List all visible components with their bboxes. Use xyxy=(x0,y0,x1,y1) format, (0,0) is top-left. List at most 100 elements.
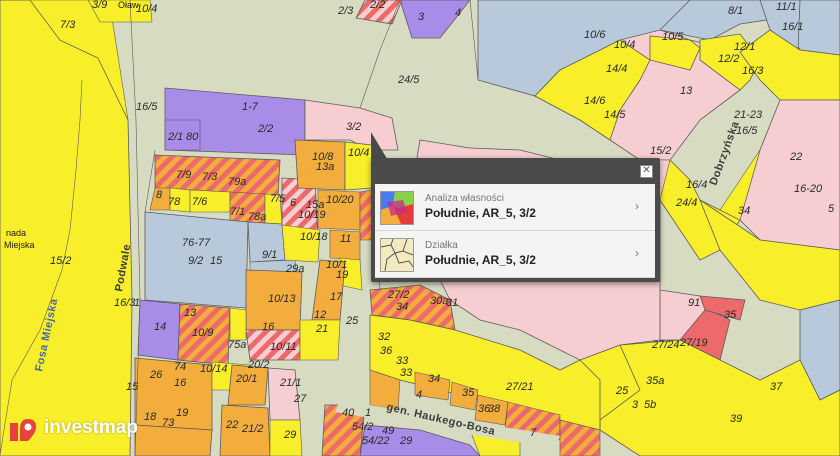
parcel-label: 35a xyxy=(646,375,664,387)
chevron-right-icon[interactable]: › xyxy=(635,199,639,213)
parcel-label: 5b xyxy=(644,399,656,411)
parcel-label: 34 xyxy=(738,205,750,217)
parcel-label: 12 xyxy=(314,309,326,321)
parcel-label: 25 xyxy=(615,385,629,397)
parcel-label: 15/2 xyxy=(50,255,71,267)
parcel-label: 21-23 xyxy=(733,109,763,121)
parcel-label: 11/1 xyxy=(776,1,797,13)
parcel-label: 16/4 xyxy=(686,179,707,191)
parcel-label: 27 xyxy=(293,393,307,405)
parcel-label: 79a xyxy=(228,176,246,188)
street-label-nada: nada xyxy=(6,228,26,238)
popup-item-value: Południe, AR_5, 3/2 xyxy=(425,206,536,220)
parcel-label: 17 xyxy=(330,291,343,303)
parcel-label: 34 xyxy=(428,373,440,385)
street-label-miejska-left: Miejska xyxy=(4,240,35,250)
parcel-label: 36 xyxy=(380,345,393,357)
parcel-label: 7 xyxy=(530,427,537,439)
popup-item-title: Działka xyxy=(425,240,458,251)
parcel-label: 10/9 xyxy=(192,327,213,339)
investmap-logo-mark-icon xyxy=(10,419,36,441)
parcel-label: 25 xyxy=(345,315,359,327)
parcel-label: 4 xyxy=(416,389,422,401)
parcel-label: 78a xyxy=(248,211,266,223)
parcel-label: 78 xyxy=(168,196,181,208)
parcel-label: 10/13 xyxy=(268,293,296,305)
parcel-label: 10/4 xyxy=(136,3,157,15)
parcel-label: 15/2 xyxy=(650,145,671,157)
parcel-label: 15 xyxy=(126,381,139,393)
parcel-label: 14/4 xyxy=(606,63,627,75)
parcel-label: 10/4 xyxy=(614,39,635,51)
parcel-label: 91 xyxy=(688,297,700,309)
parcel-label: 7/9 xyxy=(176,169,191,181)
parcel-label: 39 xyxy=(730,413,742,425)
parcel-label: 54/2 xyxy=(352,421,373,433)
parcel-label: 14/5 xyxy=(604,109,626,121)
parcel-label: 5 xyxy=(828,203,835,215)
parcel-label: 35 xyxy=(462,387,475,399)
parcel-label: 14 xyxy=(154,321,166,333)
parcel-label: 16/3 xyxy=(742,65,764,77)
parcel-label: 24/4 xyxy=(675,197,697,209)
parcel-label: 16 xyxy=(174,377,187,389)
parcel-label: 74 xyxy=(174,361,186,373)
parcel-label: 34 xyxy=(396,301,408,313)
chevron-right-icon[interactable]: › xyxy=(635,246,639,260)
parcel-label: 21 xyxy=(315,323,328,335)
parcel-label: 27/2 xyxy=(387,289,409,301)
parcel-label: 21/1 xyxy=(279,377,301,389)
parcel-label: 3/9 xyxy=(92,0,107,11)
parcel-label: 11 xyxy=(340,233,351,245)
investmap-logo[interactable]: investmap xyxy=(8,411,138,445)
parcel-label: 13a xyxy=(316,161,334,173)
popup-item-ownership-analysis[interactable]: Analiza własności Południe, AR_5, 3/2 › xyxy=(375,184,655,231)
parcel-label: 19 xyxy=(336,269,348,281)
parcel-label: 7/3 xyxy=(60,19,76,31)
parcel-label: 13 xyxy=(680,85,693,97)
parcel-label: 14/6 xyxy=(584,95,606,107)
parcel-label: 32 xyxy=(378,331,390,343)
parcel-label: 10/19 xyxy=(298,209,326,221)
popup-item-value: Południe, AR_5, 3/2 xyxy=(425,253,536,267)
investmap-logo-text: investmap xyxy=(44,417,138,438)
parcel-label: 7/1 xyxy=(230,206,245,218)
parcel-label: 22 xyxy=(789,151,802,163)
parcel-label: 4 xyxy=(455,7,461,19)
parcel-label: 33 xyxy=(400,367,413,379)
parcel-label: 1-7 xyxy=(242,101,259,113)
parcel-label: 3 xyxy=(418,11,425,23)
parcel-label: 2/2 xyxy=(257,123,273,135)
parcel-label: 16-20 xyxy=(794,183,823,195)
parcel-label: 13 xyxy=(184,307,197,319)
parcel-label: 31 xyxy=(446,297,458,309)
parcel-label: 29 xyxy=(283,429,296,441)
parcel-label: 10/4 xyxy=(348,147,369,159)
parcel-label: 37 xyxy=(770,381,783,393)
parcel-label: 16/5 xyxy=(136,101,158,113)
parcel-label: 20/1 xyxy=(235,373,257,385)
parcel-label: 10/11 xyxy=(270,341,297,353)
parcel-label: 2/3 xyxy=(337,5,354,17)
parcel-label: 21/2 xyxy=(241,423,263,435)
parcel-label: 16 xyxy=(262,321,275,333)
parcel-label: 12/2 xyxy=(718,53,739,65)
parcel-label: 2/2 xyxy=(369,0,385,11)
close-icon[interactable]: ✕ xyxy=(640,165,653,178)
parcel-label: 73 xyxy=(162,417,175,429)
parcel-label: 2/1 xyxy=(167,131,183,143)
parcel-label: 19 xyxy=(176,407,188,419)
parcel-label: 10/14 xyxy=(200,363,228,375)
parcel-label: 1 xyxy=(365,407,371,419)
parcel-info-popup: ✕ Analiza własności Południe, AR_5, 3/2 … xyxy=(371,158,660,282)
popup-item-parcel[interactable]: Działka Południe, AR_5, 3/2 › xyxy=(375,231,655,278)
parcel-label: 7/3 xyxy=(202,171,218,183)
parcel-label: 12/1 xyxy=(734,41,755,53)
parcel-label: 15 xyxy=(210,255,223,267)
parcel-thumbnail-icon xyxy=(380,238,414,272)
parcel-label: 7/6 xyxy=(192,196,208,208)
parcel-label: 3/2 xyxy=(346,121,361,133)
parcel-label: 7/5 xyxy=(270,193,286,205)
parcel-label: 1 xyxy=(134,297,140,309)
parcel-label: 27/19 xyxy=(679,337,708,349)
